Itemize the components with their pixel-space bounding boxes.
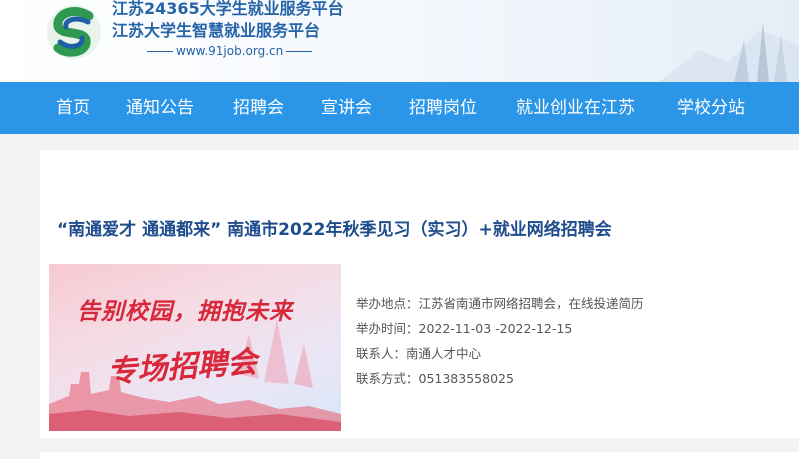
nav-item-home[interactable]: 首页 — [56, 82, 90, 134]
nav-item-jiangsu[interactable]: 就业创业在江苏 — [516, 82, 635, 134]
event-location: 举办地点：江苏省南通市网络招聘会，在线投递简历 — [356, 296, 644, 311]
next-card-edge — [40, 452, 799, 459]
event-title-link[interactable]: “南通爱才 通通都来” 南通市2022年秋季见习（实习）+就业网络招聘会 — [57, 218, 612, 242]
nav-item-school-branches[interactable]: 学校分站 — [677, 82, 745, 134]
platform-url: www.91job.org.cn — [144, 44, 315, 58]
nav-item-job-fairs[interactable]: 招聘会 — [233, 82, 284, 134]
platform-logo-icon — [47, 5, 101, 59]
event-time: 举办时间：2022-11-03 -2022-12-15 — [356, 321, 573, 336]
platform-title-line2: 江苏大学生智慧就业服务平台 — [112, 21, 321, 40]
platform-title-line1: 江苏24365大学生就业服务平台 — [112, 0, 344, 18]
header-decoration — [659, 22, 799, 82]
nav-item-info-sessions[interactable]: 宣讲会 — [321, 82, 372, 134]
banner-slogan: 告别校园，拥抱未来 — [77, 299, 293, 325]
main-nav: 首页 通知公告 招聘会 宣讲会 招聘岗位 就业创业在江苏 学校分站 — [0, 82, 799, 134]
event-phone: 联系方式：051383558025 — [356, 371, 514, 386]
event-contact: 联系人：南通人才中心 — [356, 346, 482, 361]
event-banner-image[interactable]: 告别校园，拥抱未来 专场招聘会 — [49, 264, 341, 431]
site-header: 江苏24365大学生就业服务平台 江苏大学生智慧就业服务平台 www.91job… — [0, 0, 799, 82]
nav-item-notices[interactable]: 通知公告 — [126, 82, 194, 134]
nav-item-positions[interactable]: 招聘岗位 — [409, 82, 477, 134]
